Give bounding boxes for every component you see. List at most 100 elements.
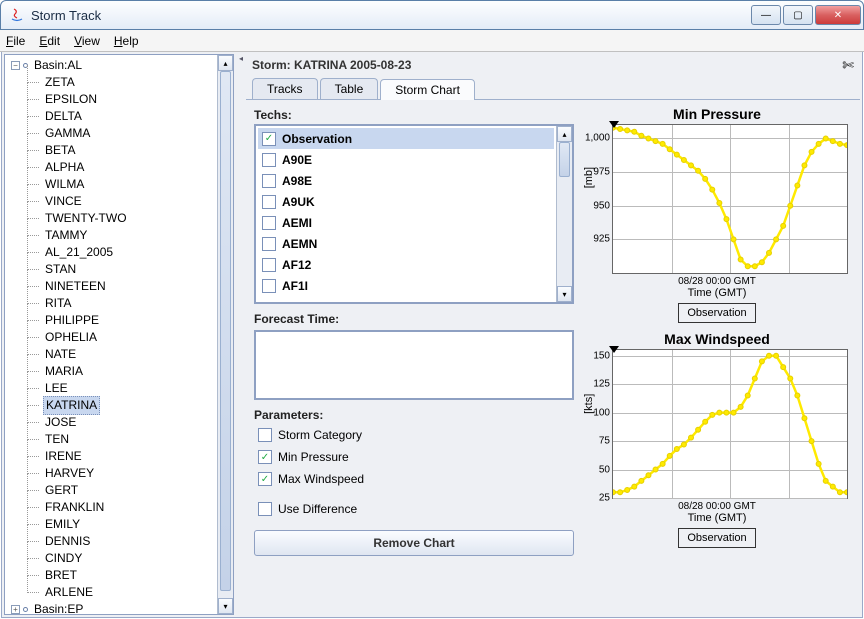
tree-storm-jose[interactable]: JOSE [9, 414, 217, 431]
x-tick: 08/28 00:00 GMT [580, 276, 854, 287]
chart-legend: Observation [678, 528, 755, 548]
param-min-pressure[interactable]: ✓ Min Pressure [254, 446, 574, 468]
tree-basin-al[interactable]: −Basin:AL [9, 57, 217, 74]
forecast-listbox[interactable] [254, 330, 574, 400]
window-titlebar: Storm Track — ▢ ✕ [0, 0, 864, 30]
tree-storm-al_21_2005[interactable]: AL_21_2005 [9, 244, 217, 261]
remove-chart-button[interactable]: Remove Chart [254, 530, 574, 556]
scroll-down-arrow[interactable]: ▾ [557, 286, 572, 302]
checkbox-icon [262, 279, 276, 293]
scroll-up-arrow[interactable]: ▴ [557, 126, 572, 142]
tree-scrollbar[interactable]: ▴ ▾ [217, 55, 233, 614]
tree-storm-harvey[interactable]: HARVEY [9, 465, 217, 482]
tree-storm-nate[interactable]: NATE [9, 346, 217, 363]
chart-title: Min Pressure [580, 106, 854, 122]
tree-storm-franklin[interactable]: FRANKLIN [9, 499, 217, 516]
checkbox-icon [262, 153, 276, 167]
tech-label: AF12 [282, 258, 311, 272]
menu-help[interactable]: Help [114, 34, 139, 48]
tree-storm-stan[interactable]: STAN [9, 261, 217, 278]
checkbox-icon [262, 195, 276, 209]
checkbox-icon [262, 216, 276, 230]
tech-item-a98e[interactable]: A98E [258, 170, 554, 191]
scissors-icon[interactable]: ✄ [842, 57, 854, 74]
techs-listbox: ✓ObservationA90EA98E A9UK AEMIAEMN AF12 AF1I… [254, 124, 574, 304]
forecast-label: Forecast Time: [254, 312, 574, 326]
techs-scrollbar[interactable]: ▴ ▾ [556, 126, 572, 302]
tree-scroll[interactable]: −Basin:ALZETAEPSILONDELTAGAMMABETAALPHAW… [5, 55, 217, 614]
menu-file[interactable]: File [6, 34, 25, 48]
tab-storm-chart[interactable]: Storm Chart [380, 79, 475, 100]
param-max-windspeed[interactable]: ✓ Max Windspeed [254, 468, 574, 490]
tree-storm-wilma[interactable]: WILMA [9, 176, 217, 193]
checkbox-icon [258, 502, 272, 516]
tree-storm-beta[interactable]: BETA [9, 142, 217, 159]
tech-item-af12[interactable]: AF12 [258, 254, 554, 275]
storm-header: Storm: KATRINA 2005-08-23 ✄ [246, 54, 860, 76]
tree-storm-vince[interactable]: VINCE [9, 193, 217, 210]
tree-basin-ep[interactable]: +Basin:EP [9, 601, 217, 614]
tree-storm-zeta[interactable]: ZETA [9, 74, 217, 91]
checkbox-icon [262, 174, 276, 188]
tech-item-af1i[interactable]: AF1I [258, 275, 554, 296]
scroll-thumb[interactable] [559, 142, 570, 177]
scroll-up-arrow[interactable]: ▴ [218, 55, 233, 71]
tree-storm-arlene[interactable]: ARLENE [9, 584, 217, 601]
checkbox-icon: ✓ [258, 450, 272, 464]
tree-storm-twenty-two[interactable]: TWENTY-TWO [9, 210, 217, 227]
param-use-difference[interactable]: Use Difference [254, 498, 574, 520]
tree-storm-epsilon[interactable]: EPSILON [9, 91, 217, 108]
tree-storm-katrina[interactable]: KATRINA [9, 397, 217, 414]
param-label: Min Pressure [278, 450, 349, 464]
tree-storm-nineteen[interactable]: NINETEEN [9, 278, 217, 295]
tech-item-a90e[interactable]: A90E [258, 149, 554, 170]
param-label: Use Difference [278, 502, 357, 516]
techs-list[interactable]: ✓ObservationA90EA98E A9UK AEMIAEMN AF12 AF1I [256, 126, 556, 302]
tech-item-a9uk[interactable]: A9UK [258, 191, 554, 212]
x-axis-label: Time (GMT) [580, 512, 854, 524]
tech-item-aemi[interactable]: AEMI [258, 212, 554, 233]
menu-view[interactable]: View [74, 34, 100, 48]
tree-storm-emily[interactable]: EMILY [9, 516, 217, 533]
maximize-button[interactable]: ▢ [783, 5, 813, 25]
tech-item-aemn[interactable]: AEMN [258, 233, 554, 254]
tree-storm-maria[interactable]: MARIA [9, 363, 217, 380]
scroll-down-arrow[interactable]: ▾ [218, 598, 233, 614]
close-button[interactable]: ✕ [815, 5, 861, 25]
tree-panel: −Basin:ALZETAEPSILONDELTAGAMMABETAALPHAW… [4, 54, 234, 615]
menu-edit[interactable]: Edit [39, 34, 60, 48]
minimize-button[interactable]: — [751, 5, 781, 25]
checkbox-icon [262, 237, 276, 251]
splitter[interactable]: ◂ [236, 52, 246, 617]
scroll-thumb[interactable] [220, 71, 231, 591]
tree-storm-delta[interactable]: DELTA [9, 108, 217, 125]
checkbox-icon [258, 428, 272, 442]
tech-item-observation[interactable]: ✓Observation [258, 128, 554, 149]
tree-storm-ophelia[interactable]: OPHELIA [9, 329, 217, 346]
tree-storm-bret[interactable]: BRET [9, 567, 217, 584]
tree-storm-rita[interactable]: RITA [9, 295, 217, 312]
tab-tracks[interactable]: Tracks [252, 78, 318, 99]
param-label: Max Windspeed [278, 472, 364, 486]
menubar: File Edit View Help [0, 30, 864, 52]
tech-label: A9UK [282, 195, 315, 209]
tech-label: AF1I [282, 279, 308, 293]
x-tick: 08/28 00:00 GMT [580, 501, 854, 512]
tree-storm-irene[interactable]: IRENE [9, 448, 217, 465]
tree-storm-gamma[interactable]: GAMMA [9, 125, 217, 142]
checkbox-icon: ✓ [258, 472, 272, 486]
x-axis-label: Time (GMT) [580, 287, 854, 299]
tree-storm-cindy[interactable]: CINDY [9, 550, 217, 567]
parameters-label: Parameters: [254, 408, 574, 422]
tab-table[interactable]: Table [320, 78, 379, 99]
tree-storm-alpha[interactable]: ALPHA [9, 159, 217, 176]
tree-storm-dennis[interactable]: DENNIS [9, 533, 217, 550]
tree-storm-lee[interactable]: LEE [9, 380, 217, 397]
java-icon [9, 7, 25, 23]
window-title: Storm Track [31, 8, 751, 23]
tree-storm-philippe[interactable]: PHILIPPE [9, 312, 217, 329]
param-storm-category[interactable]: Storm Category [254, 424, 574, 446]
tree-storm-tammy[interactable]: TAMMY [9, 227, 217, 244]
tree-storm-ten[interactable]: TEN [9, 431, 217, 448]
tree-storm-gert[interactable]: GERT [9, 482, 217, 499]
